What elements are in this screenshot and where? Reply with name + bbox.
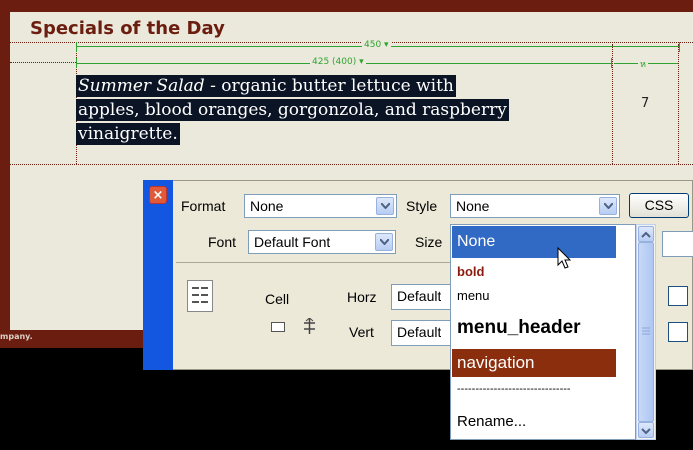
merge-cells-icon[interactable] — [271, 322, 285, 332]
horz-select-value: Default — [397, 288, 442, 304]
paragraph-text: - organic butter lettuce with — [204, 76, 454, 96]
cell-border-middle — [612, 44, 613, 164]
style-label: Style — [406, 198, 438, 214]
font-select[interactable]: Default Font — [248, 230, 396, 254]
mouse-cursor-icon — [557, 246, 573, 275]
paragraph-line-2[interactable]: apples, blood oranges, gorgonzola, and r… — [76, 99, 509, 121]
style-option-separator: ------------------------------- — [457, 383, 571, 395]
paragraph-line-3[interactable]: vinaigrette. — [76, 123, 180, 145]
style-option-navigation[interactable]: navigation — [452, 349, 616, 377]
style-option-rename[interactable]: Rename... — [452, 409, 616, 435]
small-column-label[interactable]: ห — [638, 57, 648, 71]
table-width-label[interactable]: 450 ▾ — [362, 40, 391, 50]
scrollbar-thumb[interactable] — [638, 242, 654, 422]
style-select[interactable]: None — [450, 194, 620, 218]
size-unit-field[interactable] — [662, 231, 693, 257]
font-select-value: Default Font — [254, 234, 331, 250]
cell-border-right — [678, 44, 679, 164]
paragraph-line-1[interactable]: Summer Salad - organic butter lettuce wi… — [76, 75, 456, 97]
chevron-down-icon[interactable] — [375, 233, 393, 251]
footer-text: mpany. — [0, 332, 33, 341]
font-label: Font — [208, 234, 237, 250]
scroll-up-icon[interactable] — [638, 226, 654, 242]
split-cell-icon[interactable] — [303, 317, 316, 334]
table-border-bottom — [10, 164, 693, 165]
scroll-down-icon[interactable] — [638, 422, 654, 438]
table-cell-icon[interactable] — [187, 280, 213, 312]
style-option-menu[interactable]: menu — [452, 285, 616, 307]
style-option-menu-header[interactable]: menu_header — [452, 311, 616, 345]
format-label: Format — [181, 198, 226, 214]
style-dropdown-list: None bold menu menu_header navigation --… — [450, 224, 636, 440]
css-button[interactable]: CSS — [629, 193, 689, 218]
no-wrap-checkbox[interactable] — [668, 286, 688, 306]
chevron-down-icon[interactable] — [376, 197, 394, 215]
style-option-none[interactable]: None — [452, 226, 616, 258]
guide-tick — [679, 42, 680, 52]
format-select[interactable]: None — [244, 194, 397, 218]
cell-label: Cell — [265, 291, 290, 307]
guide-tick — [76, 58, 77, 68]
chevron-down-icon[interactable] — [599, 197, 617, 215]
table-border-top — [10, 42, 693, 43]
style-option-bold[interactable]: bold — [452, 261, 616, 283]
inspector-title-bar — [143, 180, 173, 370]
horz-label: Horz — [347, 289, 377, 305]
table-border-side — [10, 62, 76, 63]
dish-name: Summer Salad — [78, 76, 205, 96]
header-checkbox[interactable] — [668, 322, 688, 342]
page-heading: Specials of the Day — [30, 18, 225, 39]
guide-tick — [611, 58, 612, 68]
style-select-value: None — [456, 198, 490, 214]
close-icon[interactable]: × — [149, 186, 167, 204]
vert-select-value: Default — [397, 324, 442, 340]
column-width-label[interactable]: 425 (400) ▾ — [310, 57, 366, 67]
guide-tick — [76, 42, 77, 52]
format-select-value: None — [250, 198, 284, 214]
size-label: Size — [415, 234, 443, 250]
side-cell-value: 7 — [641, 96, 650, 111]
vert-label: Vert — [349, 324, 374, 340]
